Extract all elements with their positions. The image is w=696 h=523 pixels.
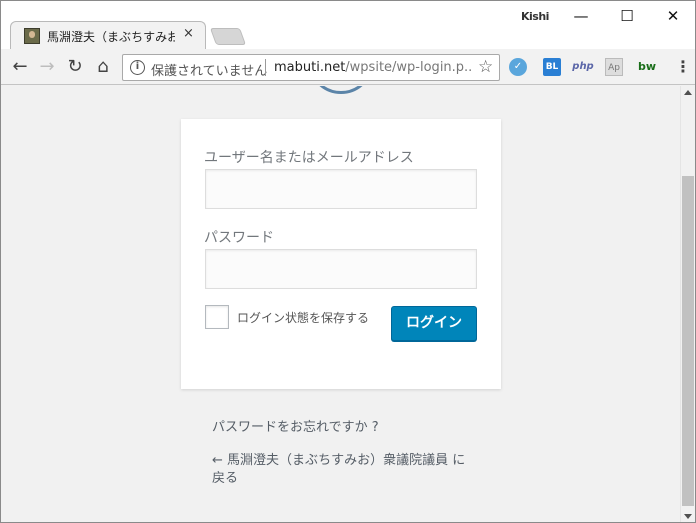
browser-tab[interactable]: 馬淵澄夫（まぶちすみお） × [10,21,206,49]
title-bar: 馬淵澄夫（まぶちすみお） × Kishi — ☐ ✕ [1,1,695,49]
url-divider [265,59,266,76]
url-path: /wpsite/wp-login.p... [345,60,472,75]
profile-name[interactable]: Kishi [521,10,549,23]
username-label: ユーザー名またはメールアドレス [204,150,414,166]
scroll-up-arrow-icon[interactable] [684,90,692,95]
bookmark-star-icon[interactable]: ☆ [478,57,493,77]
back-arrow-icon[interactable]: ← [9,56,31,78]
page-content: ユーザー名またはメールアドレス パスワード ログイン状態を保存する ログイン パ… [1,86,680,522]
menu-kebab-icon[interactable]: ⋮ [675,57,691,76]
reload-icon[interactable]: ↻ [64,56,86,78]
username-input[interactable] [205,169,477,209]
login-form: ユーザー名またはメールアドレス パスワード ログイン状態を保存する ログイン [181,119,501,389]
home-icon[interactable]: ⌂ [92,56,114,78]
favicon-icon [24,28,40,44]
minimize-button[interactable]: — [561,5,601,27]
address-bar[interactable]: i 保護されていません mabuti.net/wpsite/wp-login.p… [122,54,500,81]
login-button[interactable]: ログイン [391,306,477,341]
php-extension-icon[interactable]: php [572,58,594,76]
password-label: パスワード [204,230,274,246]
url-text[interactable]: mabuti.net/wpsite/wp-login.p... [274,60,472,75]
tab-close-icon[interactable]: × [183,26,194,41]
security-status[interactable]: 保護されていません [151,60,267,79]
vertical-scrollbar[interactable] [680,86,695,522]
wordpress-logo-icon[interactable] [308,86,374,94]
password-input[interactable] [205,249,477,289]
close-window-button[interactable]: ✕ [653,5,693,27]
bw-extension-icon[interactable]: bw [637,58,657,76]
new-tab-button[interactable] [209,28,247,45]
forward-arrow-icon[interactable]: → [36,56,58,78]
maximize-button[interactable]: ☐ [607,5,647,27]
scroll-down-arrow-icon[interactable] [684,514,692,519]
remember-me-checkbox[interactable] [205,305,229,329]
info-icon[interactable]: i [130,60,145,75]
back-to-site-link[interactable]: ← 馬淵澄夫（まぶちすみお）衆議院議員 に戻る [212,452,472,488]
browser-window: 馬淵澄夫（まぶちすみお） × Kishi — ☐ ✕ ← → ↻ ⌂ i 保護さ… [0,0,696,523]
url-host: mabuti.net [274,60,346,75]
ap-extension-icon[interactable]: Ap [605,58,623,76]
lost-password-link[interactable]: パスワードをお忘れですか ? [212,416,379,435]
vivaldi-like-icon[interactable]: ✓ [509,58,527,76]
tab-title: 馬淵澄夫（まぶちすみお） [47,30,175,44]
remember-me-label[interactable]: ログイン状態を保存する [237,309,369,326]
scrollbar-thumb[interactable] [682,176,694,506]
bl-extension-icon[interactable]: BL [543,58,561,76]
browser-toolbar: ← → ↻ ⌂ i 保護されていません mabuti.net/wpsite/wp… [1,49,695,85]
